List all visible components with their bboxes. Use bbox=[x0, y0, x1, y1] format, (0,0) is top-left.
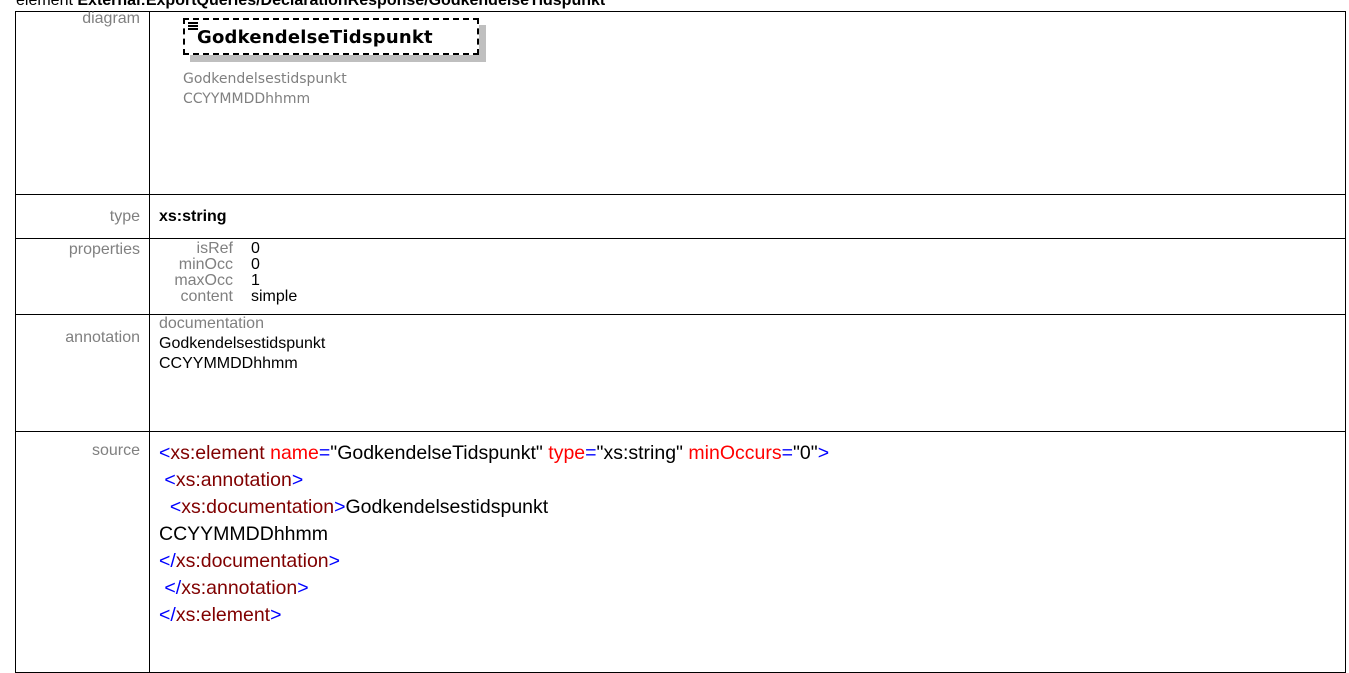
src-attr-type: type bbox=[548, 442, 586, 464]
prop-key-maxocc: maxOcc bbox=[174, 272, 233, 289]
source-row: source <xs:element name="GodkendelseTids… bbox=[15, 431, 1346, 673]
src-doc-text2: CCYYMMDDhhmm bbox=[159, 523, 329, 545]
src-documentation-tag: xs:documentation bbox=[181, 496, 335, 518]
src-minoccurs-value: "0" bbox=[792, 442, 818, 464]
src-bracket: > bbox=[297, 577, 309, 599]
prop-key-content: content bbox=[180, 288, 233, 305]
diagram-cell: GodkendelseTidspunkt Godkendelsestidspun… bbox=[149, 11, 1346, 195]
properties-cell: isRef 0 minOcc 0 maxOcc 1 content simple bbox=[149, 238, 1346, 315]
properties-label-cell: properties bbox=[15, 238, 150, 315]
src-bracket: < bbox=[169, 496, 182, 518]
src-eq: = bbox=[318, 442, 331, 464]
src-bracket: </ bbox=[159, 550, 176, 572]
source-label-cell: source bbox=[15, 431, 150, 673]
src-eq: = bbox=[781, 442, 793, 464]
src-bracket: < bbox=[159, 442, 171, 464]
diagram-row: diagram GodkendelseTidspunkt Godkendelse… bbox=[15, 10, 1346, 195]
page-title-path: External:ExportQueries/DeclarationRespon… bbox=[77, 0, 606, 9]
src-doc-text1: Godkendelsestidspunkt bbox=[345, 496, 549, 518]
src-bracket: > bbox=[817, 442, 830, 464]
type-label-cell: type bbox=[15, 194, 150, 239]
source-code: <xs:element name="GodkendelseTidspunkt" … bbox=[159, 432, 1345, 629]
src-bracket: > bbox=[270, 604, 282, 626]
annotation-label-cell: annotation bbox=[15, 314, 150, 432]
element-doc-table: diagram GodkendelseTidspunkt Godkendelse… bbox=[15, 10, 1346, 673]
element-box[interactable]: GodkendelseTidspunkt bbox=[183, 18, 479, 55]
prop-value-maxocc: 1 bbox=[251, 272, 260, 289]
prop-value-isref: 0 bbox=[251, 240, 260, 257]
annotation-heading: documentation bbox=[159, 315, 264, 332]
src-bracket: > bbox=[334, 496, 346, 518]
src-eq: = bbox=[585, 442, 597, 464]
type-row: type xs:string bbox=[15, 194, 1346, 239]
annotation-line2: CCYYMMDDhhmm bbox=[159, 355, 298, 372]
source-cell: <xs:element name="GodkendelseTidspunkt" … bbox=[149, 431, 1346, 673]
properties-grid: isRef 0 minOcc 0 maxOcc 1 content simple bbox=[159, 239, 459, 305]
src-element-end-tag: xs:element bbox=[175, 604, 271, 626]
diagram-label: diagram bbox=[82, 10, 140, 27]
src-bracket: > bbox=[328, 550, 341, 572]
prop-value-content: simple bbox=[251, 288, 298, 305]
element-box-name: GodkendelseTidspunkt bbox=[197, 27, 433, 48]
src-name-value: "GodkendelseTidspunkt" bbox=[330, 442, 543, 464]
type-value[interactable]: xs:string bbox=[159, 195, 1345, 226]
prop-value-minocc: 0 bbox=[251, 256, 260, 273]
src-annotation-tag: xs:annotation bbox=[175, 469, 292, 491]
annotation-cell: documentation Godkendelsestidspunkt CCYYM… bbox=[149, 314, 1346, 432]
diagram-doc-line1: Godkendelsestidspunkt bbox=[183, 71, 347, 87]
src-bracket: </ bbox=[159, 604, 176, 626]
annotation-row: annotation documentation Godkendelsestid… bbox=[15, 314, 1346, 432]
diagram-label-cell: diagram bbox=[15, 10, 150, 195]
src-documentation-end-tag: xs:documentation bbox=[175, 550, 329, 572]
diagram-documentation: Godkendelsestidspunkt CCYYMMDDhhmm bbox=[183, 69, 347, 109]
annotation-body: Godkendelsestidspunkt CCYYMMDDhhmm bbox=[159, 334, 1345, 374]
page-title-prefix: element bbox=[16, 0, 78, 9]
src-element-tag: xs:element bbox=[170, 442, 265, 464]
properties-label: properties bbox=[68, 241, 140, 258]
src-bracket: > bbox=[291, 469, 304, 491]
annotation-label: annotation bbox=[65, 329, 140, 346]
src-bracket: < bbox=[164, 469, 176, 491]
type-label: type bbox=[109, 208, 140, 225]
source-label: source bbox=[91, 442, 140, 459]
properties-row: properties isRef 0 minOcc 0 maxOcc 1 conten… bbox=[15, 238, 1346, 315]
src-bracket: </ bbox=[164, 577, 182, 599]
type-cell: xs:string bbox=[149, 194, 1346, 239]
prop-key-minocc: minOcc bbox=[178, 256, 233, 273]
diagram-doc-line2: CCYYMMDDhhmm bbox=[183, 91, 311, 107]
annotation-line1: Godkendelsestidspunkt bbox=[159, 335, 326, 352]
src-attr-name: name bbox=[270, 442, 319, 464]
diagram-area: GodkendelseTidspunkt Godkendelsestidspun… bbox=[159, 12, 1345, 194]
src-type-value: "xs:string" bbox=[596, 442, 683, 464]
prop-key-isref: isRef bbox=[196, 240, 233, 257]
src-annotation-end-tag: xs:annotation bbox=[181, 577, 298, 599]
src-attr-minoccurs: minOccurs bbox=[688, 442, 782, 464]
